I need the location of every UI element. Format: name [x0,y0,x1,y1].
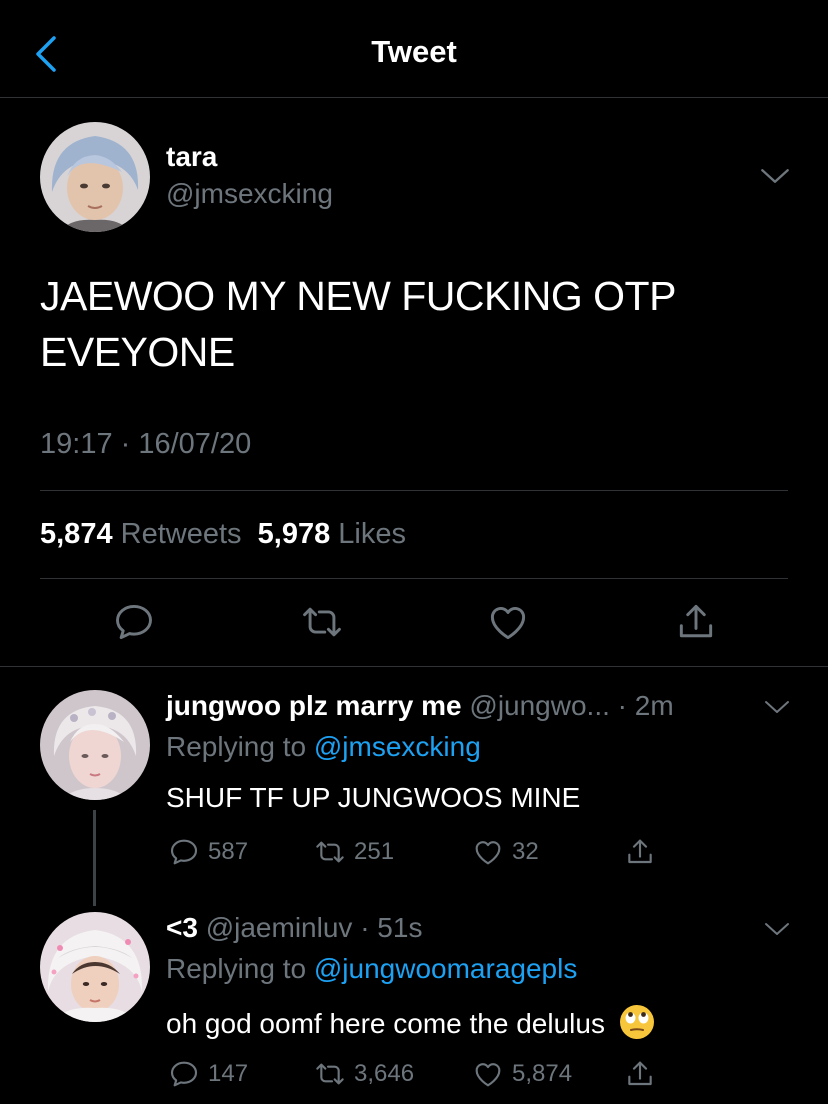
reply-author-row: jungwoo plz marry me @jungwo... · 2m [166,690,674,722]
like-count: 5,874 [512,1060,573,1087]
retweet-count: 5,874 [40,518,113,550]
like-count: 5,978 [257,518,331,550]
retweet-stat[interactable]: 5,874 Retweets [40,518,242,550]
reply-button[interactable]: 147 [168,1058,248,1090]
author-name[interactable]: tara [166,141,217,173]
reply-author-handle[interactable]: @jaeminluv [206,912,353,943]
reply-author-row: <3 @jaeminluv · 51s [166,912,422,944]
tweet-text: JAEWOO MY NEW FUCKING OTP EVEYONE [40,273,676,375]
comment-icon [168,1058,200,1090]
replying-to-label: Replying to [166,731,307,762]
share-icon[interactable] [624,836,656,868]
replying-to-line: Replying to @jmsexcking [166,731,481,763]
divider [40,490,788,491]
avatar[interactable] [40,690,150,800]
like-button[interactable]: 5,874 [472,1058,572,1090]
chevron-down-icon[interactable] [764,698,790,716]
like-icon[interactable] [486,600,530,644]
eye-roll-emoji-icon [619,1005,654,1039]
replying-to-link[interactable]: @jmsexcking [314,731,481,762]
share-icon[interactable] [674,600,718,644]
like-stat[interactable]: 5,978 Likes [258,518,406,550]
tweet-timestamp[interactable]: 19:17 · 16/07/20 [40,428,251,461]
replying-to-link[interactable]: @jungwoomaragepls [314,953,577,984]
reply-text: oh god oomf here come the delulus [166,1007,605,1039]
reply-icon[interactable] [112,600,156,644]
divider [40,578,788,579]
reply-text-row: oh god oomf here come the delulus [166,1004,655,1047]
reply-time[interactable]: · 2m [618,690,674,721]
retweet-icon[interactable] [300,600,344,644]
reply-count: 587 [208,838,249,865]
divider [0,666,828,667]
chevron-down-icon[interactable] [760,166,790,186]
share-icon[interactable] [624,1058,656,1090]
retweet-icon [314,1058,346,1090]
like-count: 32 [512,838,539,865]
eye-roll-emoji [619,1004,655,1047]
retweet-icon [314,836,346,868]
chevron-down-icon[interactable] [764,920,790,938]
reply-author-name[interactable]: jungwoo plz marry me [166,690,462,721]
top-nav-bar: Tweet [0,0,828,98]
heart-icon [472,1058,504,1090]
reply-author-name[interactable]: <3 [166,912,198,943]
engagement-stats: 5,874 Retweets 5,978 Likes [40,518,406,551]
reply-author-handle[interactable]: @jungwo... [469,690,610,721]
reply-count: 147 [208,1060,249,1087]
reply-button[interactable]: 587 [168,836,248,868]
like-button[interactable]: 32 [472,836,539,868]
author-handle[interactable]: @jmsexcking [166,178,333,210]
heart-icon [472,836,504,868]
retweet-button[interactable]: 3,646 [314,1058,414,1090]
retweet-count: 251 [354,838,395,865]
retweet-button[interactable]: 251 [314,836,394,868]
likes-label: Likes [338,518,406,550]
page-title: Tweet [371,34,457,69]
reply-time[interactable]: · 51s [360,912,422,943]
retweets-label: Retweets [120,518,242,550]
avatar[interactable] [40,122,150,232]
replying-to-line: Replying to @jungwoomaragepls [166,953,577,985]
reply-text: SHUF TF UP JUNGWOOS MINE [166,782,581,813]
avatar[interactable] [40,912,150,1022]
comment-icon [168,836,200,868]
retweet-count: 3,646 [354,1060,415,1087]
thread-connector [93,810,96,906]
replying-to-label: Replying to [166,953,307,984]
